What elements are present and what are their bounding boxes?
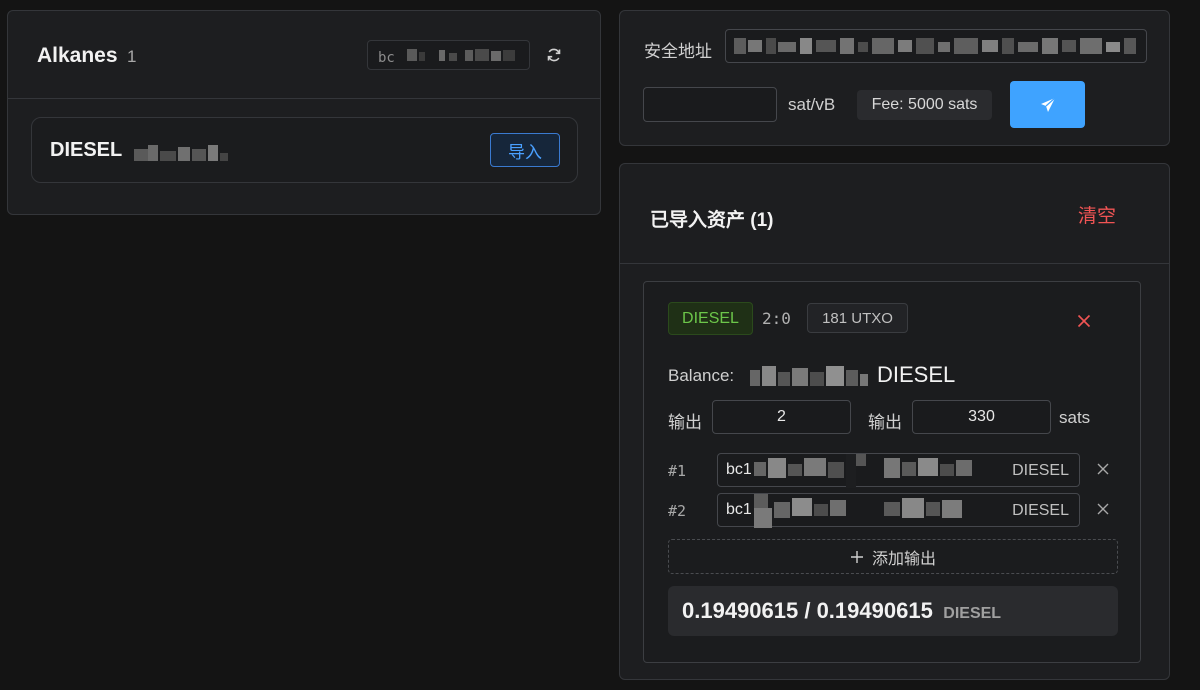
add-output-button[interactable]: 添加输出	[668, 539, 1118, 574]
alkanes-card: Alkanes 1 bc DIESEL 导入	[7, 10, 601, 215]
wallet-address-chip[interactable]: bc	[367, 40, 530, 70]
redacted-token-amount-mosaic	[134, 145, 228, 161]
redacted-output-address-mosaic	[754, 454, 972, 488]
fee-rate-unit: sat/vB	[788, 95, 836, 114]
safe-address-label: 安全地址	[644, 42, 712, 61]
balance-label: Balance:	[668, 366, 735, 385]
imported-assets-title: 已导入资产 (1)	[650, 210, 774, 231]
asset-panel-diesel: DIESEL 2:0 181 UTXO Balance: DIESEL 输出 输…	[643, 281, 1141, 663]
total-unit: DIESEL	[943, 605, 1002, 622]
output-address-prefix: bc1	[726, 461, 752, 478]
output-row-1[interactable]: bc1 DIESEL	[717, 453, 1080, 488]
clear-button[interactable]: 清空	[1078, 201, 1116, 228]
fee-rate-input[interactable]	[643, 87, 777, 122]
send-button[interactable]	[1010, 81, 1085, 128]
alkanes-card-header: Alkanes 1 bc	[8, 11, 600, 99]
output-address-prefix: bc1	[726, 501, 752, 518]
output-count-input[interactable]	[712, 400, 851, 434]
wallet-address-prefix: bc	[378, 50, 395, 66]
imported-assets-card: 已导入资产 (1) 清空 DIESEL 2:0 181 UTXO Balance…	[619, 163, 1170, 680]
add-output-label: 添加输出	[871, 550, 936, 568]
import-button[interactable]: 导入	[490, 133, 560, 167]
refresh-icon[interactable]	[544, 45, 564, 65]
redacted-safe-address-mosaic	[734, 38, 1136, 54]
fee-estimate-badge: Fee: 5000 sats	[857, 90, 992, 120]
imported-assets-header: 已导入资产 (1) 清空	[620, 164, 1169, 264]
output-sats-input[interactable]	[912, 400, 1051, 434]
alkanes-title: Alkanes	[37, 44, 118, 67]
redacted-address-mosaic	[407, 49, 516, 61]
sats-unit: sats	[1059, 408, 1091, 427]
token-name: DIESEL	[50, 139, 123, 161]
output-row-index: #1	[668, 462, 687, 480]
output-unit: DIESEL	[1012, 462, 1069, 479]
send-settings-card: 安全地址 sat/vB Fee: 5000 sats	[619, 10, 1170, 146]
close-icon[interactable]	[1094, 500, 1112, 518]
total-value: 0.19490615 / 0.19490615	[682, 598, 933, 623]
alkanes-count: 1	[127, 47, 137, 66]
total-summary: 0.19490615 / 0.19490615 DIESEL	[668, 586, 1118, 636]
safe-address-input[interactable]	[725, 29, 1147, 63]
plus-icon	[850, 550, 863, 563]
output-amount-label: 输出	[868, 413, 902, 432]
utxo-count-badge: 181 UTXO	[807, 303, 908, 333]
close-icon[interactable]	[1073, 310, 1095, 332]
token-row-diesel: DIESEL 导入	[31, 117, 578, 183]
close-icon[interactable]	[1094, 460, 1112, 478]
asset-id: 2:0	[762, 309, 791, 328]
asset-tag: DIESEL	[668, 302, 753, 335]
output-row-2[interactable]: bc1 DIESEL	[717, 493, 1080, 528]
redacted-output-address-mosaic	[754, 494, 962, 528]
redacted-balance-mosaic	[750, 366, 868, 386]
balance-unit: DIESEL	[877, 362, 956, 387]
send-icon	[1040, 97, 1055, 112]
output-row-index: #2	[668, 502, 687, 520]
output-unit: DIESEL	[1012, 502, 1069, 519]
output-count-label: 输出	[668, 413, 702, 432]
